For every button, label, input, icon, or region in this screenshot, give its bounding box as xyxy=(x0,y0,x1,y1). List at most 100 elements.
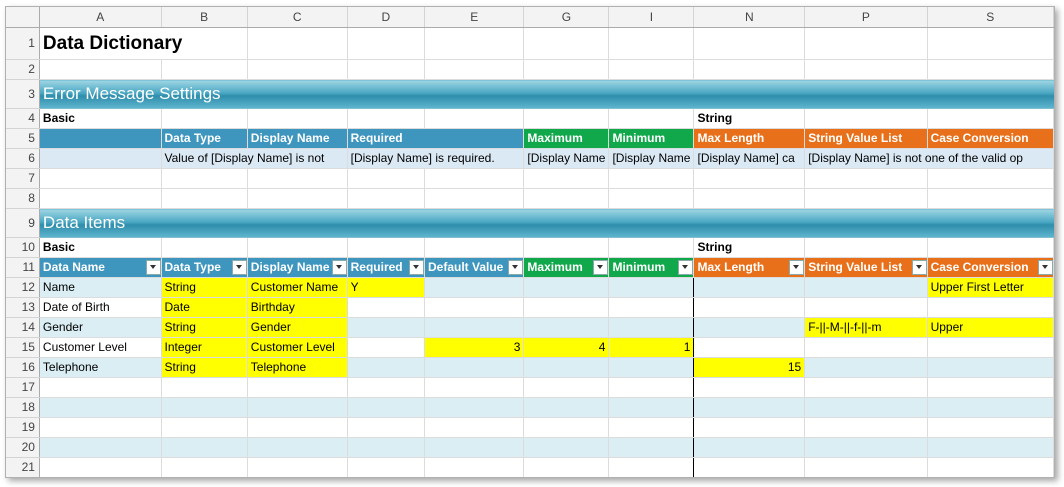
cell[interactable] xyxy=(927,377,1054,398)
col-header-c[interactable]: C xyxy=(247,7,348,28)
cell[interactable] xyxy=(608,377,695,398)
cell[interactable] xyxy=(927,168,1054,189)
item-list[interactable] xyxy=(804,277,928,298)
row-header[interactable]: 1 xyxy=(6,27,40,60)
cell[interactable] xyxy=(39,128,162,149)
items-header-maximum[interactable]: Maximum xyxy=(523,257,610,278)
cell[interactable] xyxy=(608,417,695,438)
item-default[interactable] xyxy=(424,317,525,338)
item-maxlen[interactable] xyxy=(693,317,806,338)
item-required[interactable] xyxy=(347,357,426,378)
cell[interactable] xyxy=(608,457,695,477)
cell[interactable] xyxy=(804,417,928,438)
row-header[interactable]: 21 xyxy=(6,457,40,477)
header-data-type[interactable]: Data Type xyxy=(161,128,248,149)
item-maxlen[interactable] xyxy=(693,297,806,318)
item-case[interactable]: Upper First Letter xyxy=(927,277,1054,298)
col-header-g[interactable]: G xyxy=(523,7,610,28)
cell[interactable] xyxy=(523,417,610,438)
items-header-max-length[interactable]: Max Length xyxy=(693,257,806,278)
items-header-data-name[interactable]: Data Name xyxy=(39,257,162,278)
cell[interactable] xyxy=(347,108,426,129)
col-header-n[interactable]: N xyxy=(693,7,806,28)
cell[interactable] xyxy=(927,27,1054,60)
cell[interactable] xyxy=(523,457,610,477)
cell[interactable] xyxy=(39,168,162,189)
cell[interactable] xyxy=(247,417,348,438)
items-header-data-type[interactable]: Data Type xyxy=(161,257,248,278)
item-default[interactable] xyxy=(424,357,525,378)
row-header[interactable]: 15 xyxy=(6,337,40,358)
item-display[interactable]: Gender xyxy=(247,317,348,338)
cell[interactable] xyxy=(424,188,525,209)
cell[interactable] xyxy=(523,397,610,418)
section-error-settings[interactable]: Error Message Settings xyxy=(39,79,1054,109)
cell[interactable] xyxy=(347,397,426,418)
cell[interactable] xyxy=(161,108,248,129)
cell[interactable] xyxy=(247,437,348,458)
item-case[interactable] xyxy=(927,297,1054,318)
cell[interactable] xyxy=(804,188,928,209)
cell[interactable] xyxy=(424,417,525,438)
cell[interactable] xyxy=(523,377,610,398)
item-list[interactable]: F-||-M-||-f-||-m xyxy=(804,317,928,338)
col-header-a[interactable]: A xyxy=(39,7,162,28)
cell[interactable] xyxy=(424,397,525,418)
row-header[interactable]: 16 xyxy=(6,357,40,378)
cell[interactable] xyxy=(39,377,162,398)
group-label-basic[interactable]: Basic xyxy=(39,237,162,258)
item-display[interactable]: Telephone xyxy=(247,357,348,378)
cell[interactable] xyxy=(693,397,806,418)
cell[interactable] xyxy=(347,237,426,258)
col-header-d[interactable]: D xyxy=(347,7,426,28)
cell[interactable] xyxy=(161,397,248,418)
cell[interactable] xyxy=(247,59,348,80)
msg-data-type[interactable]: Value of [Display Name] is not xyxy=(161,148,348,169)
col-header-p[interactable]: P xyxy=(804,7,928,28)
cell[interactable] xyxy=(424,27,525,60)
group-label-string[interactable]: String xyxy=(693,108,806,129)
row-header[interactable]: 10 xyxy=(6,237,40,258)
cell[interactable] xyxy=(347,188,426,209)
msg-maximum[interactable]: [Display Name xyxy=(523,148,610,169)
cell[interactable] xyxy=(804,59,928,80)
cell[interactable] xyxy=(608,437,695,458)
cell[interactable] xyxy=(693,188,806,209)
cell[interactable] xyxy=(247,108,348,129)
item-list[interactable] xyxy=(804,297,928,318)
cell[interactable] xyxy=(424,108,525,129)
row-header[interactable]: 7 xyxy=(6,168,40,189)
cell[interactable] xyxy=(39,188,162,209)
msg-required[interactable]: [Display Name] is required. xyxy=(347,148,525,169)
cell[interactable] xyxy=(347,59,426,80)
header-case-conversion[interactable]: Case Conversion xyxy=(927,128,1054,149)
msg-minimum[interactable]: [Display Name xyxy=(608,148,695,169)
item-default[interactable] xyxy=(424,277,525,298)
cell[interactable] xyxy=(693,377,806,398)
cell[interactable] xyxy=(347,457,426,477)
item-list[interactable] xyxy=(804,357,928,378)
row-header[interactable]: 14 xyxy=(6,317,40,338)
filter-dropdown-icon[interactable] xyxy=(145,260,161,275)
cell[interactable] xyxy=(608,59,695,80)
header-minimum[interactable]: Minimum xyxy=(608,128,695,149)
header-maximum[interactable]: Maximum xyxy=(523,128,610,149)
cell[interactable] xyxy=(608,237,695,258)
item-max[interactable] xyxy=(523,317,610,338)
item-case[interactable] xyxy=(927,357,1054,378)
cell[interactable] xyxy=(247,457,348,477)
cell[interactable] xyxy=(39,457,162,477)
items-header-display-name[interactable]: Display Name xyxy=(247,257,348,278)
item-name[interactable]: Gender xyxy=(39,317,162,338)
item-case[interactable] xyxy=(927,337,1054,358)
cell[interactable] xyxy=(523,59,610,80)
item-min[interactable] xyxy=(608,277,695,298)
items-header-default-value[interactable]: Default Value xyxy=(424,257,525,278)
row-header[interactable]: 12 xyxy=(6,277,40,298)
row-header[interactable]: 11 xyxy=(6,257,40,278)
filter-dropdown-icon[interactable] xyxy=(1038,260,1053,275)
cell[interactable] xyxy=(804,27,928,60)
msg-max-length[interactable]: [Display Name] ca xyxy=(693,148,806,169)
cell[interactable] xyxy=(927,457,1054,477)
item-required[interactable]: Y xyxy=(347,277,426,298)
